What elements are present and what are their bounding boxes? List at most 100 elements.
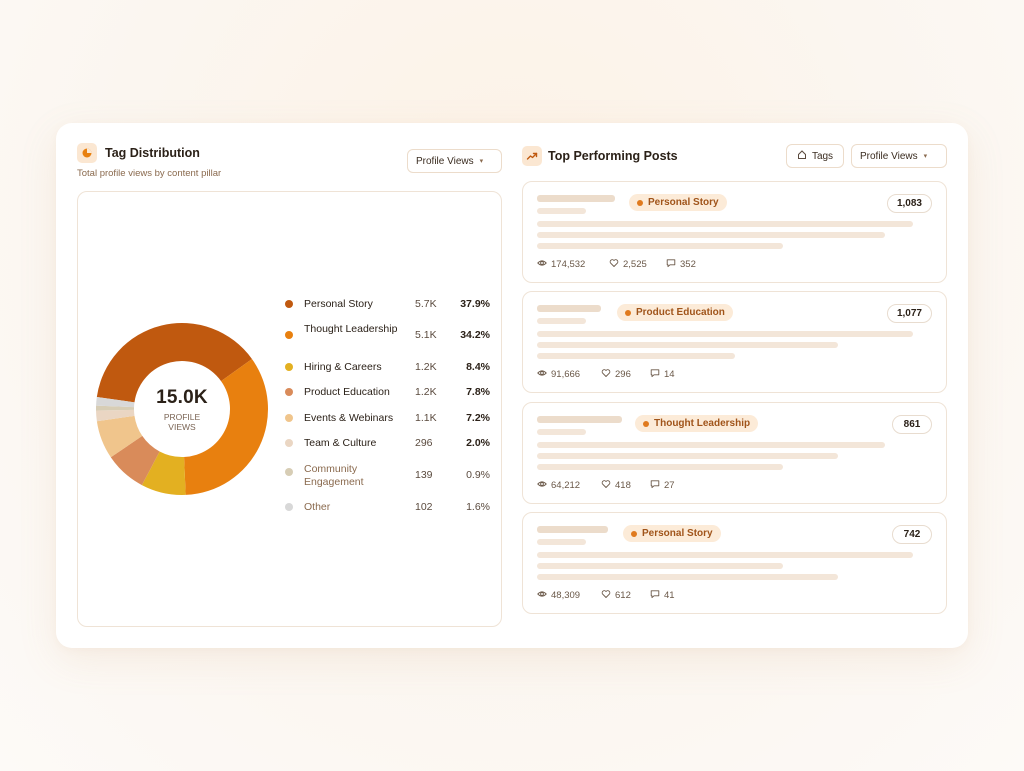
post-card[interactable]: Personal Story 1,083 174,532 2,525 352 <box>522 181 947 283</box>
post-tag-pill[interactable]: Product Education <box>617 304 733 321</box>
likes-count: 612 <box>615 590 631 601</box>
comments-stat: 27 <box>650 479 675 492</box>
tag-icon <box>797 149 807 163</box>
post-tag-pill[interactable]: Personal Story <box>629 194 727 211</box>
post-title-placeholder <box>537 416 622 423</box>
left-metric-dropdown[interactable]: Profile Views ▾ <box>407 149 502 173</box>
comment-icon <box>650 479 660 492</box>
legend-percent: 7.2% <box>466 412 490 424</box>
post-tag-label: Personal Story <box>642 528 713 539</box>
legend-label: Community Engagement <box>304 463 364 488</box>
post-body-placeholder <box>537 442 885 448</box>
tags-filter-button[interactable]: Tags <box>786 144 844 168</box>
donut-chart-panel: 15.0K PROFILE VIEWS Personal Story 5.7K 37… <box>77 191 502 627</box>
comments-stat: 352 <box>666 258 696 271</box>
comments-count: 352 <box>680 259 696 270</box>
heart-icon <box>601 368 611 381</box>
legend-dot <box>285 331 293 339</box>
post-card[interactable]: Product Education 1,077 91,666 296 14 <box>522 291 947 393</box>
post-tag-pill[interactable]: Personal Story <box>623 525 721 542</box>
comments-stat: 41 <box>650 589 675 602</box>
views-stat: 64,212 <box>537 479 580 492</box>
legend-dot <box>285 363 293 371</box>
post-meta-placeholder <box>537 208 586 214</box>
comments-count: 27 <box>664 480 675 491</box>
legend-label: Hiring & Careers <box>304 361 382 373</box>
legend-label: Team & Culture <box>304 437 377 449</box>
post-count-badge: 1,083 <box>886 194 932 213</box>
legend-dot <box>285 503 293 511</box>
tag-distribution-subtitle: Total profile views by content pillar <box>77 168 222 179</box>
post-count-badge: 1,077 <box>886 304 932 323</box>
post-tag-label: Product Education <box>636 307 725 318</box>
legend-label: Thought Leadership <box>304 323 398 335</box>
post-count-badge: 742 <box>892 525 932 544</box>
comments-stat: 14 <box>650 368 675 381</box>
post-title-placeholder <box>537 526 608 533</box>
legend-value: 296 <box>415 437 433 449</box>
post-body-placeholder <box>537 221 913 227</box>
comment-icon <box>650 589 660 602</box>
eye-icon <box>537 479 547 492</box>
comment-icon <box>666 258 676 271</box>
likes-count: 2,525 <box>623 259 647 270</box>
post-title-placeholder <box>537 305 601 312</box>
post-card[interactable]: Thought Leadership 861 64,212 418 27 <box>522 402 947 504</box>
post-body-placeholder <box>537 331 913 337</box>
views-stat: 48,309 <box>537 589 580 602</box>
legend-dot <box>285 300 293 308</box>
tag-dot <box>625 309 631 316</box>
post-body-placeholder <box>537 243 783 249</box>
views-count: 174,532 <box>551 259 586 270</box>
donut-center: 15.0K PROFILE VIEWS <box>95 322 269 496</box>
views-count: 64,212 <box>551 480 581 491</box>
post-body-placeholder <box>537 464 783 470</box>
legend-value: 1.1K <box>415 412 437 424</box>
likes-count: 296 <box>615 369 631 380</box>
post-meta-placeholder <box>537 429 586 435</box>
legend-value: 5.7K <box>415 298 437 310</box>
comments-count: 14 <box>664 369 675 380</box>
donut-total: 15.0K <box>156 386 208 408</box>
views-count: 48,309 <box>551 590 581 601</box>
top-posts-title: Top Performing Posts <box>548 149 678 163</box>
tag-distribution-title: Tag Distribution <box>105 146 200 160</box>
heart-icon <box>609 258 619 271</box>
legend-percent: 37.9% <box>460 298 490 310</box>
donut-unit-label: PROFILE VIEWS <box>163 411 201 432</box>
post-body-placeholder <box>537 353 735 359</box>
donut-chart: 15.0K PROFILE VIEWS <box>95 322 269 496</box>
likes-stat: 296 <box>601 368 631 381</box>
legend-value: 1.2K <box>415 386 437 398</box>
eye-icon <box>537 368 547 381</box>
views-count: 91,666 <box>551 369 581 380</box>
post-card[interactable]: Personal Story 742 48,309 612 41 <box>522 512 947 614</box>
comment-icon <box>650 368 660 381</box>
post-count-badge: 861 <box>892 415 932 434</box>
chevron-down-icon: ▾ <box>479 158 484 165</box>
post-body-placeholder <box>537 552 913 558</box>
heart-icon <box>601 589 611 602</box>
legend-percent: 7.8% <box>466 386 490 398</box>
post-meta-placeholder <box>537 318 586 324</box>
legend-dot <box>285 388 293 396</box>
post-meta-placeholder <box>537 539 586 545</box>
post-body-placeholder <box>537 453 838 459</box>
legend-value: 139 <box>415 469 433 481</box>
post-tag-label: Thought Leadership <box>654 418 751 429</box>
post-title-placeholder <box>537 195 615 202</box>
legend-value: 5.1K <box>415 329 437 341</box>
pie-chart-icon <box>77 143 97 163</box>
legend-label: Product Education <box>304 386 390 398</box>
tag-dot <box>631 530 637 537</box>
post-tag-pill[interactable]: Thought Leadership <box>635 415 759 432</box>
right-metric-dropdown[interactable]: Profile Views ▾ <box>851 144 947 168</box>
post-body-placeholder <box>537 574 838 580</box>
views-stat: 91,666 <box>537 368 580 381</box>
legend-percent: 2.0% <box>466 437 490 449</box>
right-dropdown-label: Profile Views <box>860 150 918 162</box>
eye-icon <box>537 258 547 271</box>
legend-percent: 34.2% <box>460 329 490 341</box>
post-body-placeholder <box>537 342 838 348</box>
tags-button-label: Tags <box>811 150 834 162</box>
